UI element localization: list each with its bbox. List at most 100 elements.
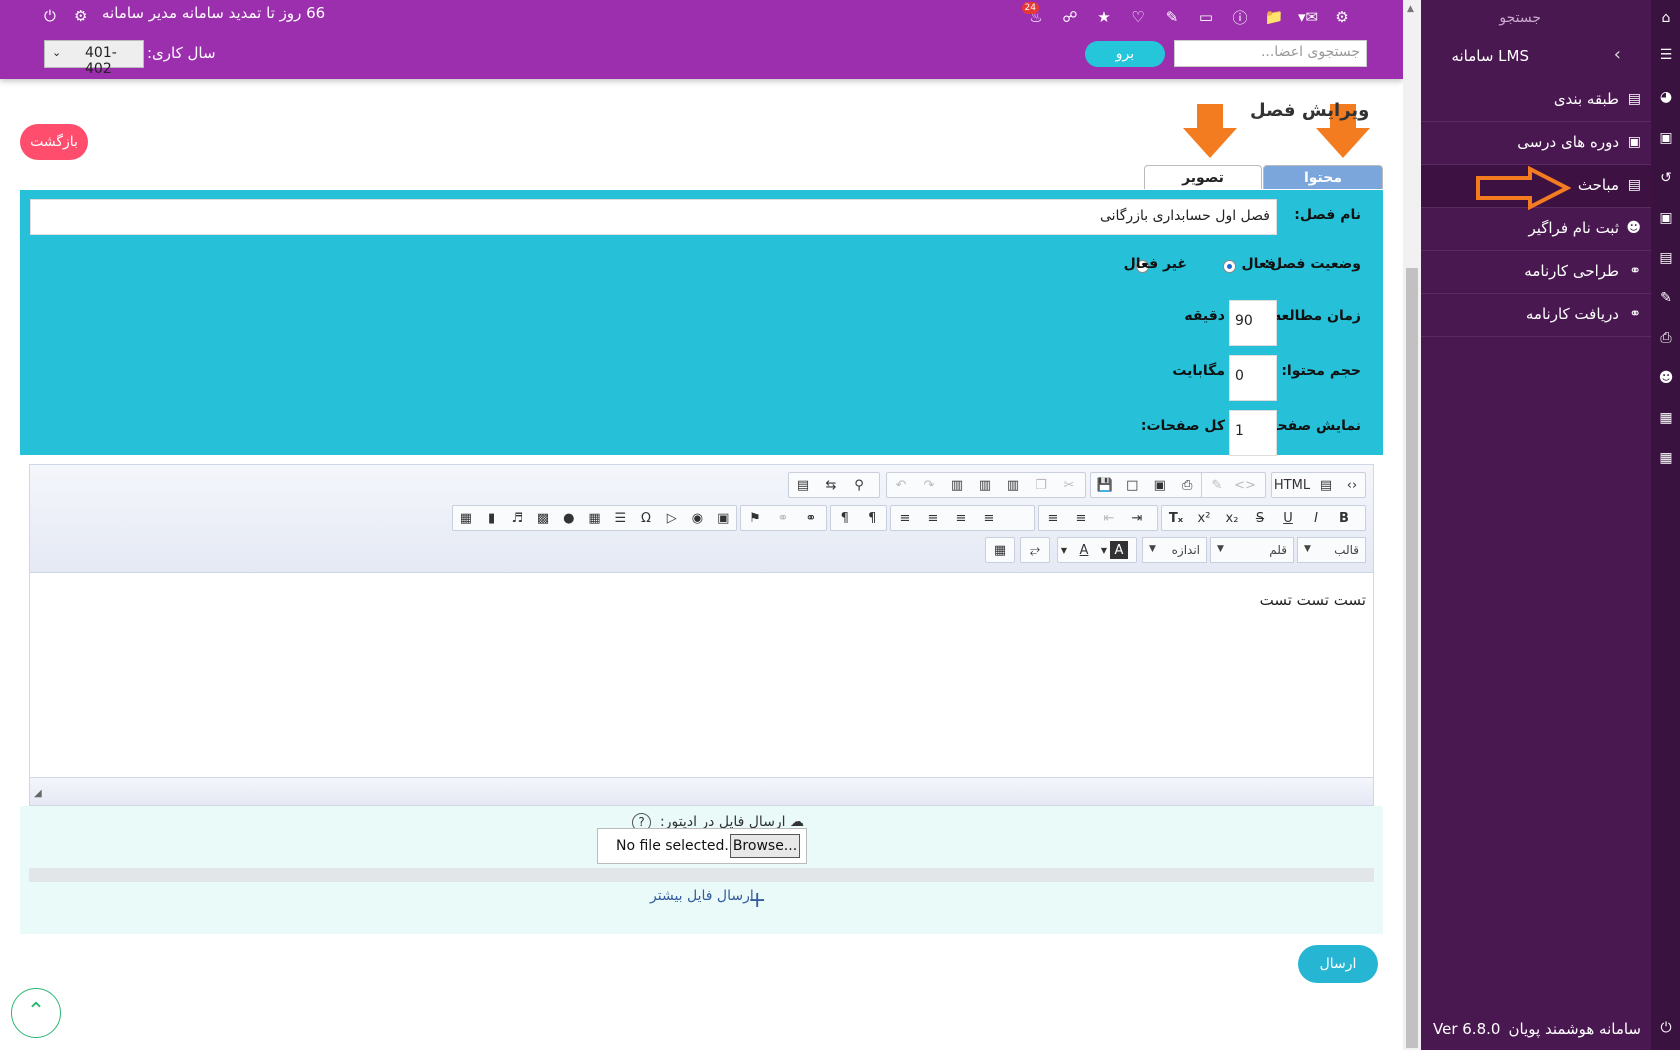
cut-icon[interactable]: ✂ [1055, 473, 1083, 497]
more-files-link[interactable]: ارسال فایل بیشتر [650, 888, 754, 904]
teacher-icon[interactable]: ▣ [1656, 210, 1676, 230]
audio-icon[interactable]: ♬ [504, 506, 530, 530]
paste-text-icon[interactable]: ▥ [971, 473, 999, 497]
history-icon[interactable]: ↺ [1656, 170, 1676, 190]
power-icon[interactable]: ⏻ [44, 7, 56, 25]
maximize-icon[interactable]: ⥂ [1021, 538, 1049, 562]
status-active-radio[interactable] [1223, 260, 1236, 273]
print-icon[interactable]: ⎙ [1174, 473, 1202, 497]
table-icon[interactable]: ▦ [582, 506, 608, 530]
redo-icon[interactable]: ↷ [915, 473, 943, 497]
power-icon[interactable]: ⏻ [1656, 1020, 1676, 1040]
new-page-icon[interactable]: □ [1119, 473, 1147, 497]
qrcode-icon[interactable]: ▦ [986, 538, 1014, 562]
text-color-icon[interactable]: A [1070, 538, 1098, 562]
page-display-input[interactable]: 1 [1229, 410, 1277, 456]
format-select[interactable]: قالب ▼ [1297, 537, 1366, 563]
scroll-to-top-button[interactable]: ⌃ [11, 988, 61, 1038]
media-icon[interactable]: ▷ [659, 506, 685, 530]
image-icon[interactable]: ▦ [453, 506, 479, 530]
users-icon[interactable]: ☻ [1656, 370, 1676, 390]
font-select[interactable]: قلم ▼ [1210, 537, 1294, 563]
medal-icon[interactable]: ★ [1089, 6, 1119, 28]
align-justify-icon[interactable]: ≡ [975, 506, 1003, 530]
tab-image[interactable]: تصویر [1144, 165, 1262, 189]
go-button[interactable]: برو [1085, 41, 1165, 67]
scrollbar-thumb[interactable] [1406, 268, 1418, 1048]
subscript-icon[interactable]: x₂ [1218, 506, 1246, 530]
menu-icon[interactable]: ☰ [1656, 47, 1676, 67]
paste-icon[interactable]: ▥ [999, 473, 1027, 497]
page-scrollbar[interactable]: ▲ [1403, 0, 1421, 1050]
code-icon[interactable]: ‹› [1340, 473, 1364, 497]
bell-icon[interactable]: ♨ 24 [1021, 2, 1051, 28]
file-input[interactable]: Browse... No file selected. [597, 828, 807, 864]
sidebar-search[interactable]: جستجو [1499, 10, 1541, 26]
back-button[interactable]: بازگشت [20, 124, 88, 160]
folder-icon[interactable]: 📁 [1259, 6, 1289, 28]
video-icon[interactable]: ▩ [530, 506, 556, 530]
sidebar-item-categories[interactable]: ▤ طبقه بندی [1421, 79, 1651, 122]
browse-button[interactable]: Browse... [730, 834, 800, 858]
special-char-icon[interactable]: Ω [633, 506, 659, 530]
flash-icon[interactable]: ● [556, 506, 582, 530]
sidebar-item-report-design[interactable]: ⚭ طراحی کارنامه [1421, 251, 1651, 294]
italic-icon[interactable]: I [1302, 506, 1330, 530]
remove-style-icon[interactable]: Tₓ [1162, 506, 1190, 530]
ltr-icon[interactable]: ¶ [831, 506, 859, 530]
mail-icon[interactable]: ✉▾ [1293, 6, 1323, 28]
user-settings-icon[interactable]: ⚙ [1327, 6, 1357, 28]
search-icon[interactable]: ⚲ [845, 473, 873, 497]
send-button[interactable]: ارسال [1298, 945, 1378, 983]
horizontal-rule-icon[interactable]: ☰ [607, 506, 633, 530]
save-icon[interactable]: 💾 [1091, 473, 1119, 497]
sidebar-item-courses[interactable]: ▣ دوره های درسی [1421, 122, 1651, 165]
home-icon[interactable]: ⌂ [1656, 10, 1676, 30]
html-source-button[interactable]: HTML [1272, 473, 1312, 497]
rtl-icon[interactable]: ¶ [859, 506, 887, 530]
chapter-name-input[interactable]: فصل اول حسابداری بازرگانی [30, 199, 1277, 235]
dashboard-icon[interactable]: ◕ [1656, 89, 1676, 109]
help-icon[interactable]: ⓘ [1225, 6, 1255, 28]
anchor-icon[interactable]: ⚑ [741, 506, 769, 530]
resize-grip-icon[interactable]: ◢ [34, 788, 42, 799]
size-select[interactable]: اندازه ▼ [1142, 537, 1207, 563]
print-icon[interactable]: ⎙ [1656, 330, 1676, 350]
numbered-list-icon[interactable]: ≡ [1039, 506, 1067, 530]
align-right-icon[interactable]: ≡ [947, 506, 975, 530]
chevron-down-icon[interactable]: ▼ [1098, 538, 1110, 562]
link-icon[interactable]: ⚭ [797, 506, 825, 530]
paste-word-icon[interactable]: ▥ [943, 473, 971, 497]
bullet-list-icon[interactable]: ≡ [1067, 506, 1095, 530]
align-left-icon[interactable]: ≡ [891, 506, 919, 530]
strike-icon[interactable]: S [1246, 506, 1274, 530]
calendar-icon[interactable]: ▦ [1656, 450, 1676, 470]
scroll-up-icon[interactable]: ▲ [1407, 4, 1414, 14]
code-view-icon[interactable]: <> [1231, 473, 1259, 497]
bold-icon[interactable]: B [1330, 506, 1358, 530]
chart-icon[interactable]: ▮ [479, 506, 505, 530]
preview-icon[interactable]: ▣ [1146, 473, 1174, 497]
sidebar-item-report-download[interactable]: ⚭ دریافت کارنامه [1421, 294, 1651, 337]
chevron-down-icon[interactable]: ▼ [1058, 538, 1070, 562]
align-center-icon[interactable]: ≡ [919, 506, 947, 530]
unlink-icon[interactable]: ⚭ [769, 506, 797, 530]
book-icon[interactable]: ▤ [1656, 250, 1676, 270]
edit-icon[interactable]: ✎ [1157, 6, 1187, 28]
content-size-input[interactable]: 0 [1229, 355, 1277, 401]
sidebar-item-learner-registration[interactable]: ☻ ثبت نام فراگیر [1421, 208, 1651, 251]
image-icon[interactable]: ▦ [1656, 410, 1676, 430]
gallery-icon[interactable]: ▣ [710, 506, 736, 530]
template-icon[interactable]: ▤ [1312, 473, 1340, 497]
undo-icon[interactable]: ↶ [887, 473, 915, 497]
outdent-icon[interactable]: ⇤ [1095, 506, 1123, 530]
copy-icon[interactable]: ❐ [1027, 473, 1055, 497]
paint-icon[interactable]: ✎ [1203, 473, 1231, 497]
tab-content[interactable]: محتوا [1263, 165, 1383, 189]
chevron-left-icon[interactable]: ‹ [1614, 44, 1621, 65]
note-icon[interactable]: ✎ [1656, 290, 1676, 310]
bg-color-icon[interactable]: A [1110, 541, 1128, 559]
superscript-icon[interactable]: x² [1190, 506, 1218, 530]
member-search-input[interactable]: جستجوی اعضا... [1174, 40, 1367, 67]
cart-icon[interactable]: ☍ [1055, 6, 1085, 28]
